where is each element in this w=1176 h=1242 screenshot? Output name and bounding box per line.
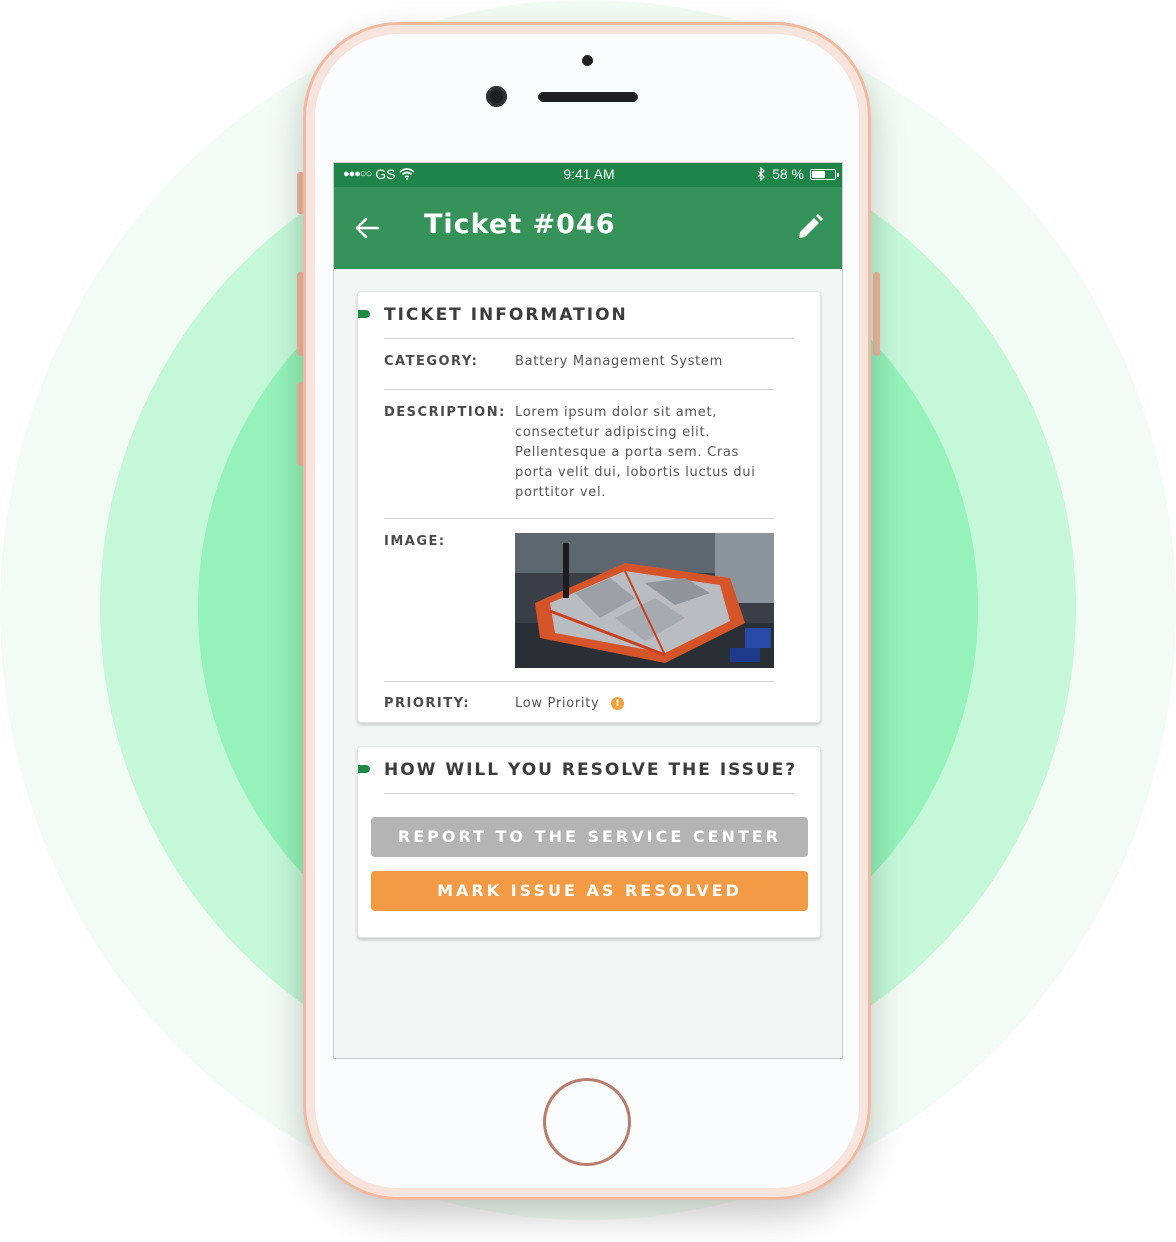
- description-label: DESCRIPTION:: [384, 405, 506, 420]
- info-icon[interactable]: !: [611, 697, 625, 710]
- priority-value-wrap: Low Priority!: [515, 694, 774, 714]
- resolve-issue-card: HOW WILL YOU RESOLVE THE ISSUE? REPORT T…: [357, 746, 821, 938]
- status-bar: ●●●○○ GS 9:41 AM 58 %: [334, 163, 842, 187]
- priority-row: PRIORITY: Low Priority!: [384, 682, 774, 722]
- divider: [384, 793, 794, 794]
- section-heading: HOW WILL YOU RESOLVE THE ISSUE?: [384, 760, 798, 780]
- report-to-service-center-button[interactable]: REPORT TO THE SERVICE CENTER: [371, 817, 808, 857]
- bluetooth-icon: [757, 167, 765, 181]
- section-heading: TICKET INFORMATION: [384, 305, 628, 325]
- card-header: TICKET INFORMATION: [358, 292, 820, 339]
- category-label: CATEGORY:: [384, 354, 479, 369]
- section-marker: [358, 310, 370, 318]
- card-header: HOW WILL YOU RESOLVE THE ISSUE?: [358, 747, 820, 794]
- phone-sensor: [582, 55, 593, 66]
- front-camera: [486, 86, 507, 107]
- image-row: IMAGE:: [384, 519, 774, 682]
- home-button[interactable]: [543, 1078, 631, 1166]
- description-value: Lorem ipsum dolor sit amet, consectetur …: [515, 405, 756, 500]
- priority-value: Low Priority: [515, 696, 600, 711]
- battery-percentage: 58 %: [772, 166, 804, 182]
- battery-level-fill: [812, 170, 825, 178]
- section-marker: [358, 765, 370, 773]
- battery-icon: [810, 168, 839, 180]
- pencil-icon[interactable]: [796, 213, 824, 241]
- description-row: DESCRIPTION: Lorem ipsum dolor sit amet,…: [384, 390, 774, 519]
- arrow-left-icon[interactable]: [352, 213, 382, 243]
- category-row: CATEGORY: Battery Management System: [384, 339, 774, 390]
- category-value: Battery Management System: [515, 354, 723, 369]
- page-title: Ticket #046: [424, 209, 616, 240]
- image-label: IMAGE:: [384, 534, 446, 549]
- phone-earpiece: [538, 92, 638, 102]
- battery-pack-image[interactable]: [515, 533, 774, 668]
- ticket-information-card: TICKET INFORMATION CATEGORY: Battery Man…: [357, 291, 821, 723]
- mark-resolved-button[interactable]: MARK ISSUE AS RESOLVED: [371, 871, 808, 911]
- status-right: 58 %: [757, 166, 839, 182]
- priority-label: PRIORITY:: [384, 696, 471, 711]
- app-bar: Ticket #046: [334, 187, 842, 269]
- phone-power-button: [873, 272, 880, 356]
- app-screen: ●●●○○ GS 9:41 AM 58 % Ticket #046 TICKET…: [333, 162, 843, 1059]
